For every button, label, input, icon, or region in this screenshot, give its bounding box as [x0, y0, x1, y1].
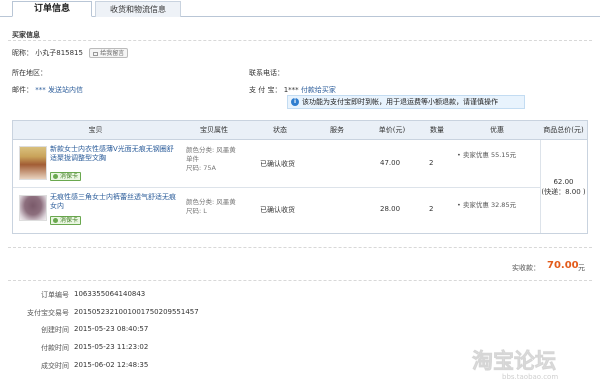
quantity-2: 2 — [429, 205, 434, 213]
product-image-bra[interactable] — [19, 146, 47, 180]
email-link[interactable]: *** 发送站内信 — [35, 86, 83, 94]
nickname-label: 昵称： — [12, 49, 33, 57]
guarantee-badge: 消保卡 — [50, 216, 82, 225]
info-icon: i — [291, 98, 299, 106]
attr-color: 颜色分类: 风墨黄 — [186, 146, 236, 154]
completed-time-label: 成交时间 — [41, 362, 69, 370]
taobao-forum-watermark: 淘宝论坛 bbs.taobao.com — [472, 349, 559, 381]
discount-1: • 卖家优惠 55.15元 — [457, 151, 517, 159]
product-link-2[interactable]: 无痕性感三角女士内裤蕾丝透气舒适无痕女内 — [50, 193, 178, 211]
phone-row: 联系电话： — [249, 68, 284, 78]
paid-time-label: 付款时间 — [41, 344, 69, 352]
divider — [8, 40, 592, 41]
order-number-label: 订单编号 — [41, 291, 69, 299]
buyer-section-title: 买家信息 — [12, 31, 40, 39]
shield-icon — [53, 174, 58, 179]
paid-amount: 70.00 — [547, 260, 579, 271]
tab-bar: 订单信息 收货和物流信息 — [0, 0, 600, 17]
col-service: 服务 — [330, 126, 344, 134]
status-2: 已确认收货 — [260, 206, 295, 214]
product-link-1[interactable]: 新款女士内衣性感薄V光面无痕无钢圈舒适聚拢调整型文胸 — [50, 145, 178, 163]
order-items-table: 宝贝 宝贝属性 状态 服务 单价(元) 数量 优惠 商品总价(元) 新款女士内衣… — [12, 120, 588, 234]
notice-text: 该功能为支付宝即时到帐，用于退运费等小额退款，请谨慎操作 — [302, 98, 498, 106]
alipay-label: 支 付 宝： — [249, 86, 282, 94]
col-total: 商品总价(元) — [543, 126, 584, 134]
attributes-2: 颜色分类: 风墨黄 尺码: L — [186, 198, 246, 216]
created-time-label: 创建时间 — [41, 326, 69, 334]
col-price: 单价(元) — [378, 126, 406, 134]
price-1: 47.00 — [380, 159, 401, 167]
price-2: 28.00 — [380, 205, 401, 213]
watermark-text: 淘宝论坛 — [472, 349, 556, 373]
attr-size: 尺码: 75A — [186, 164, 216, 172]
email-row: 邮件： *** 发送站内信 — [12, 85, 83, 95]
col-item: 宝贝 — [88, 126, 103, 134]
col-status: 状态 — [273, 126, 287, 134]
paid-unit: 元 — [578, 264, 585, 272]
alipay-value: 1*** — [283, 86, 299, 94]
tab-shipping-info[interactable]: 收货和物流信息 — [95, 1, 181, 17]
divider — [13, 187, 540, 188]
attr-size: 尺码: L — [186, 207, 207, 215]
badge-label: 消保卡 — [60, 173, 79, 180]
paid-label: 实收款： — [512, 264, 540, 272]
alipay-trade-value: 2015052321001001750209551457 — [74, 308, 199, 316]
nickname-row: 昵称： 小丸子815815 给我留言 — [12, 48, 129, 58]
attributes-1: 颜色分类: 风墨黄 单件 尺码: 75A — [186, 146, 246, 173]
region-row: 所在地区： — [12, 68, 47, 78]
attr-type: 单件 — [186, 155, 199, 163]
envelope-icon — [93, 51, 99, 56]
badge-label: 消保卡 — [60, 217, 79, 224]
pay-buyer-link[interactable]: 付款给买家 — [301, 86, 336, 94]
product-image-panties[interactable] — [19, 195, 47, 221]
divider — [8, 247, 592, 248]
shield-icon — [53, 218, 58, 223]
paid-time-value: 2015-05-23 11:23:02 — [74, 343, 149, 351]
table-header: 宝贝 宝贝属性 状态 服务 单价(元) 数量 优惠 商品总价(元) — [13, 121, 587, 140]
col-quantity: 数量 — [430, 126, 444, 134]
status-1: 已确认收货 — [260, 160, 295, 168]
alipay-row: 支 付 宝： 1*** 付款给买家 — [249, 85, 336, 95]
guarantee-badge: 消保卡 — [50, 172, 82, 181]
completed-time-value: 2015-06-02 12:48:35 — [74, 361, 149, 369]
items-total: 62.00 — [553, 178, 574, 186]
created-time-value: 2015-05-23 08:40:57 — [74, 325, 149, 333]
alipay-trade-label: 支付宝交易号 — [27, 309, 69, 317]
phone-label: 联系电话： — [249, 69, 284, 77]
watermark-url: bbs.taobao.com — [502, 373, 558, 381]
discount-2: • 卖家优惠 32.85元 — [457, 201, 517, 209]
region-label: 所在地区： — [12, 69, 47, 77]
divider — [8, 280, 592, 281]
order-total-cell: 62.00 (快递：8.00 ) — [540, 140, 587, 233]
col-discount: 优惠 — [490, 126, 504, 134]
message-button-label: 给我留言 — [100, 50, 125, 57]
quantity-1: 2 — [429, 159, 434, 167]
email-label: 邮件： — [12, 86, 33, 94]
message-button[interactable]: 给我留言 — [89, 48, 129, 58]
attr-color: 颜色分类: 风墨黄 — [186, 198, 236, 206]
col-attributes: 宝贝属性 — [200, 126, 228, 134]
nickname-value: 小丸子815815 — [35, 49, 83, 57]
shipping-fee: (快递：8.00 ) — [541, 188, 586, 196]
tab-order-info[interactable]: 订单信息 — [12, 1, 92, 17]
alipay-notice: i 该功能为支付宝即时到帐，用于退运费等小额退款，请谨慎操作 — [287, 95, 525, 109]
order-number-value: 1063355064140843 — [74, 290, 146, 298]
